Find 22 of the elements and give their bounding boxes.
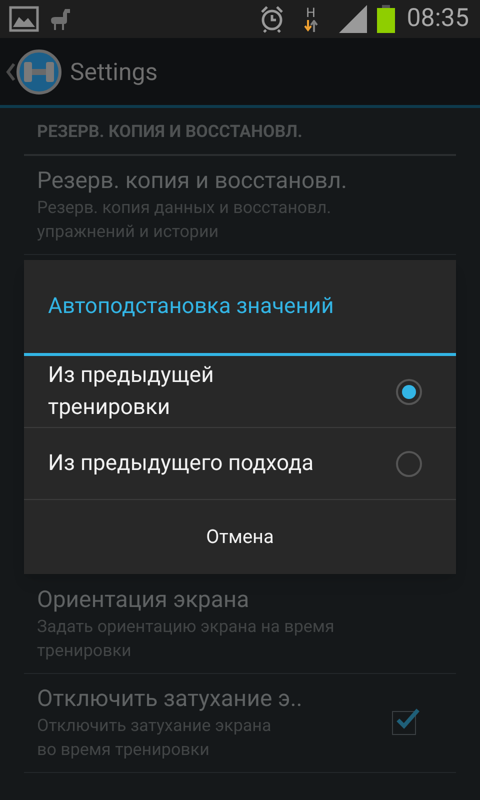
network-type: H [306, 6, 316, 20]
option-label: Из предыдущей тренировки [48, 362, 215, 422]
battery-icon [376, 5, 395, 33]
cancel-button[interactable]: Отмена [24, 500, 456, 574]
setting-title: Резерв. копия и восстановл. [37, 166, 348, 196]
alarm-icon [258, 5, 285, 33]
section-header: РЕЗЕРВ. КОПИЯ И ВОССТАНОВЛ. [37, 122, 302, 142]
clock: 08:35 [406, 3, 469, 36]
option-label: Из предыдущего подхода [48, 450, 315, 478]
setting-title: Ориентация экрана [37, 584, 250, 614]
radio-button[interactable] [396, 450, 422, 476]
setting-title: Отключить затухание э.. [37, 684, 304, 714]
data-arrows-icon [302, 20, 319, 32]
option-row[interactable]: Из предыдущей тренировки [24, 356, 456, 428]
screen-title: Settings [70, 56, 158, 88]
dialog-title: Автоподстановка значений [48, 293, 334, 321]
back-caret-icon [6, 62, 16, 82]
picture-icon [9, 6, 39, 32]
radio-button[interactable] [396, 378, 422, 404]
app-home-button[interactable] [6, 48, 62, 94]
dumbbell-icon [16, 48, 62, 94]
signal-icon [338, 5, 369, 33]
